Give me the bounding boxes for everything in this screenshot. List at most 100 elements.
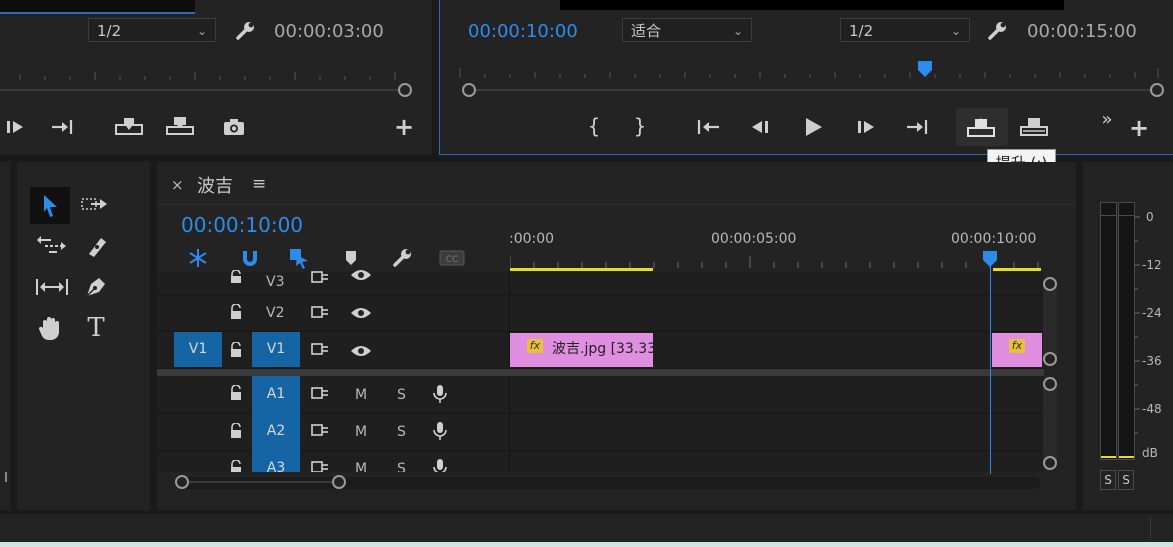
camera-icon[interactable] <box>222 117 248 137</box>
video-scroll-bottom-handle[interactable] <box>1043 352 1057 366</box>
sequence-tab-title[interactable]: 波吉 <box>197 172 233 198</box>
sync-lock-icon[interactable] <box>310 460 332 472</box>
program-zoom-bar[interactable] <box>470 89 1160 91</box>
selection-tool[interactable] <box>30 187 70 224</box>
track-a3-label[interactable]: A3 <box>252 450 300 472</box>
left-edge-panel <box>0 162 10 510</box>
microphone-icon[interactable] <box>432 421 450 441</box>
go-to-out-icon[interactable] <box>50 117 76 137</box>
snap-magnet-icon[interactable] <box>239 247 261 269</box>
captions-icon[interactable]: CC <box>439 250 465 266</box>
program-current-timecode[interactable]: 00:00:10:00 <box>468 21 578 42</box>
plus-icon[interactable]: + <box>1127 116 1151 140</box>
lift-button[interactable] <box>956 108 1008 146</box>
audio-scroll-bottom-handle[interactable] <box>1043 456 1057 470</box>
program-zoom-start-handle[interactable] <box>462 83 476 97</box>
audio-scroll-top-handle[interactable] <box>1043 377 1057 391</box>
wrench-icon[interactable] <box>391 247 415 269</box>
sync-lock-icon[interactable] <box>310 270 332 284</box>
source-resolution-dropdown[interactable]: 1/2 ⌄ <box>88 18 216 42</box>
program-time-ruler[interactable] <box>440 60 1165 82</box>
timeline-close-button[interactable]: × <box>171 176 184 194</box>
clip-bojì-main[interactable]: fx 波吉.jpg [33.33 <box>510 333 656 367</box>
source-patch-v1[interactable]: V1 <box>174 332 222 367</box>
timeline-timecode[interactable]: 00:00:10:00 <box>181 213 303 237</box>
source-time-ruler[interactable] <box>0 62 420 82</box>
clip-bojì-end[interactable]: fx <box>992 333 1042 367</box>
track-v3-label[interactable]: V3 <box>266 274 284 290</box>
nest-toggle-icon[interactable] <box>187 247 209 269</box>
lock-icon[interactable] <box>229 304 245 320</box>
lock-icon[interactable] <box>229 460 245 472</box>
slip-tool-icon[interactable] <box>35 277 69 297</box>
plus-icon[interactable]: + <box>392 115 416 139</box>
track-v3[interactable] <box>157 272 1044 295</box>
lock-icon[interactable] <box>229 423 245 439</box>
lock-icon[interactable] <box>229 385 245 401</box>
solo-a1-button[interactable]: S <box>397 387 406 403</box>
ripple-edit-tool-icon[interactable] <box>37 234 67 258</box>
timeline-zoom-start-handle[interactable] <box>175 475 189 489</box>
track-v2[interactable] <box>157 294 1044 332</box>
in-out-range-bar-left <box>510 268 653 271</box>
lock-icon[interactable] <box>229 270 245 284</box>
video-audio-divider <box>157 368 1044 376</box>
sync-lock-icon[interactable] <box>310 386 332 400</box>
solo-left-button[interactable]: S <box>1100 470 1116 490</box>
mute-a2-button[interactable]: M <box>355 424 367 440</box>
pen-tool-icon[interactable] <box>83 274 109 300</box>
track-v1-label[interactable]: V1 <box>252 332 300 367</box>
program-zoom-end-handle[interactable] <box>1150 83 1164 97</box>
fit-dropdown[interactable]: 适合 ⌄ <box>622 18 752 42</box>
solo-right-button[interactable]: S <box>1118 470 1134 490</box>
solo-a3-button[interactable]: S <box>397 461 406 472</box>
program-resolution-dropdown[interactable]: 1/2 ⌄ <box>840 18 970 42</box>
add-marker-icon[interactable] <box>343 249 361 267</box>
step-forward-icon[interactable] <box>855 117 877 137</box>
track-a1-label[interactable]: A1 <box>252 376 300 413</box>
step-forward-icon[interactable] <box>4 117 26 137</box>
overwrite-icon[interactable] <box>165 115 195 137</box>
track-select-tool-icon[interactable] <box>81 195 111 215</box>
wrench-icon[interactable] <box>986 20 1010 42</box>
sync-lock-icon[interactable] <box>310 342 332 356</box>
timeline-menu-icon[interactable]: ≡ <box>252 174 266 194</box>
track-a2-label[interactable]: A2 <box>252 413 300 450</box>
program-playhead[interactable] <box>917 60 933 78</box>
more-controls-icon[interactable]: » <box>1099 110 1115 130</box>
wrench-icon[interactable] <box>234 20 258 42</box>
type-tool-icon[interactable]: T <box>83 314 109 342</box>
microphone-icon[interactable] <box>432 384 450 404</box>
source-timecode[interactable]: 00:00:03:00 <box>274 21 384 42</box>
lock-icon[interactable] <box>229 342 245 358</box>
track-v2-label[interactable]: V2 <box>266 305 284 321</box>
go-to-in-icon[interactable] <box>695 117 721 137</box>
mark-out-icon[interactable]: } <box>632 116 648 136</box>
insert-icon[interactable] <box>114 115 144 137</box>
eye-icon[interactable] <box>350 306 372 320</box>
chevron-down-icon: ⌄ <box>732 24 743 38</box>
sync-lock-icon[interactable] <box>310 423 332 437</box>
timeline-horizontal-scrollbar[interactable] <box>182 477 1040 489</box>
mute-a1-button[interactable]: M <box>355 387 367 403</box>
mark-in-icon[interactable]: { <box>586 116 602 136</box>
timeline-scroll-thumb[interactable] <box>182 481 340 483</box>
video-scroll-top-handle[interactable] <box>1043 277 1057 291</box>
step-back-icon[interactable] <box>749 117 771 137</box>
linked-selection-icon[interactable] <box>288 247 310 269</box>
play-icon[interactable] <box>802 116 824 138</box>
solo-a2-button[interactable]: S <box>397 424 406 440</box>
source-zoom-bar[interactable] <box>0 89 400 91</box>
hand-tool-icon[interactable] <box>37 314 65 342</box>
mute-a3-button[interactable]: M <box>355 461 367 472</box>
razor-tool-icon[interactable] <box>83 234 109 258</box>
eye-icon[interactable] <box>350 268 372 282</box>
source-zoom-handle[interactable] <box>398 83 412 97</box>
extract-icon[interactable] <box>1019 115 1049 137</box>
timeline-zoom-end-handle[interactable] <box>332 475 346 489</box>
track-a3[interactable]: A3 M S <box>157 450 1044 472</box>
eye-icon[interactable] <box>350 344 372 358</box>
sync-lock-icon[interactable] <box>310 305 332 319</box>
go-to-out-icon[interactable] <box>905 117 931 137</box>
microphone-icon[interactable] <box>432 458 450 472</box>
